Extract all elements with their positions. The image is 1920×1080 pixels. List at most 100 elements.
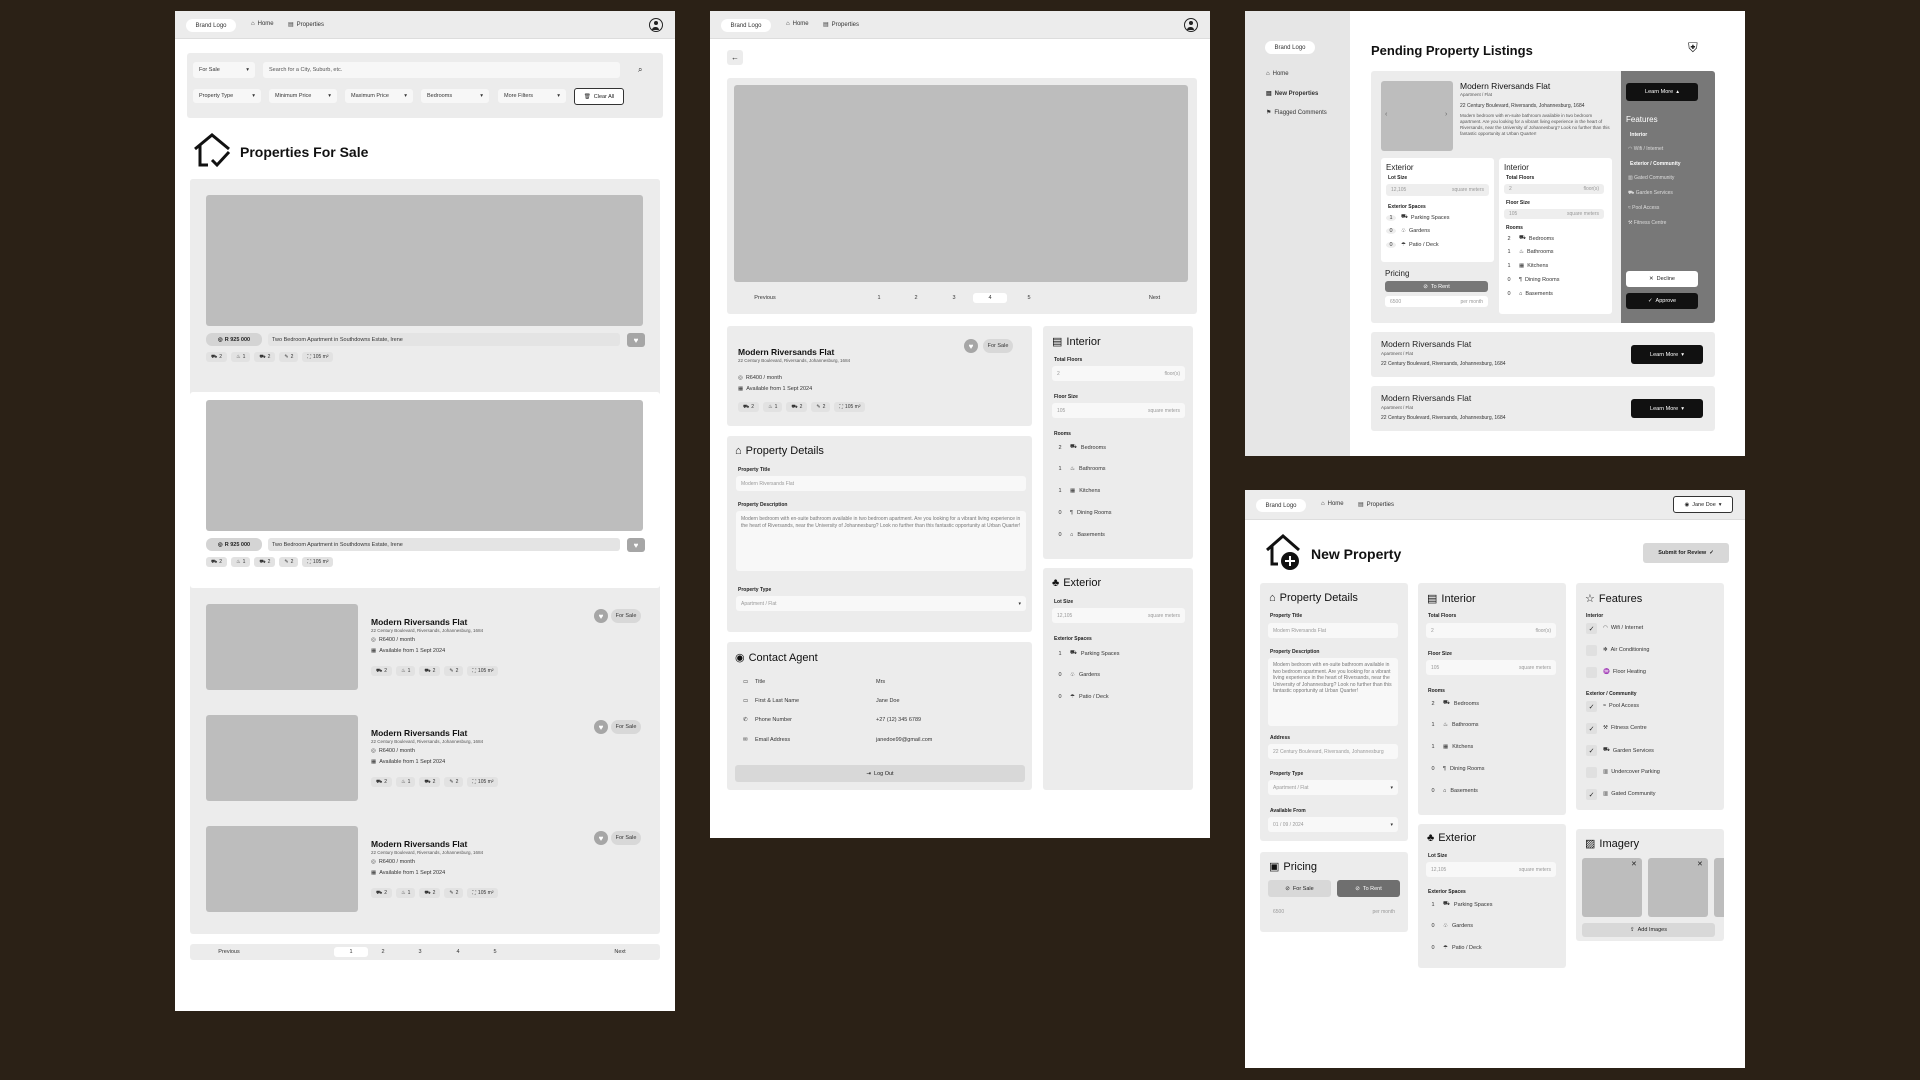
bedrooms-filter[interactable]: Bedrooms ▾ [421, 89, 489, 103]
floor-size-field[interactable]: 105 square meters [1426, 660, 1556, 675]
favorite-heart-icon[interactable]: ♥ [594, 831, 608, 845]
shield-notification-icon[interactable]: ⛨ [1688, 40, 1698, 56]
available-from-select[interactable]: 01 / 09 / 2024 ▾ [1268, 817, 1398, 832]
nav-home[interactable]: ⌂ Home [786, 21, 809, 27]
for-sale-toggle[interactable]: ⊘ For Sale [1268, 880, 1331, 897]
page-1-button[interactable]: 1 [873, 290, 885, 306]
listing-card[interactable]: Modern Riversands Flat 22 Century Boulev… [190, 708, 660, 808]
featured-card[interactable]: ◎ R 925 000 Two Bedroom Apartment in Sout… [190, 392, 660, 588]
nav-home[interactable]: ⌂ Home [251, 21, 274, 27]
car-icon: ⛟ [424, 889, 431, 896]
price-field[interactable]: 6500 per month [1268, 904, 1400, 919]
page-1-button[interactable]: 1 [334, 947, 368, 957]
brand-logo[interactable]: Brand Logo [721, 19, 771, 32]
property-description-field[interactable]: Modern bedroom with en-suite bathroom av… [1268, 658, 1398, 726]
brand-logo[interactable]: Brand Logo [186, 19, 236, 32]
next-page-button[interactable]: Next [1137, 290, 1172, 306]
page-4-button[interactable]: 4 [973, 293, 1007, 303]
add-images-button[interactable]: ⇪ Add Images [1582, 923, 1715, 937]
sidebar-item-home[interactable]: ⌂ Home [1266, 71, 1289, 77]
pending-listing-card[interactable]: Modern Riversands Flat Apartment / Flat … [1371, 386, 1715, 431]
close-icon[interactable]: ✕ [1697, 860, 1703, 868]
floor-heating-checkbox[interactable] [1586, 667, 1597, 678]
favorite-heart-icon[interactable]: ♥ [594, 720, 608, 734]
page-5-button[interactable]: 5 [1023, 290, 1035, 306]
listing-card[interactable]: Modern Riversands Flat 22 Century Boulev… [190, 597, 660, 697]
air-conditioning-checkbox[interactable] [1586, 645, 1597, 656]
total-floors-field[interactable]: 2 floor(s) [1052, 366, 1185, 381]
nav-properties[interactable]: ▤ Properties [1358, 501, 1394, 509]
user-avatar-icon[interactable] [649, 18, 663, 32]
undercover-parking-checkbox[interactable] [1586, 767, 1597, 778]
to-rent-toggle[interactable]: ⊘ To Rent [1337, 880, 1400, 897]
total-floors-field[interactable]: 2 floor(s) [1504, 184, 1604, 194]
for-sale-select[interactable]: For Sale ▾ [193, 62, 255, 78]
floor-size-field[interactable]: 105 square meters [1052, 403, 1185, 418]
garden-services-checkbox[interactable]: ✓ [1586, 745, 1597, 756]
decline-button[interactable]: ✕ Decline [1626, 271, 1698, 287]
favorite-heart-icon[interactable]: ♥ [627, 538, 645, 552]
listing-card[interactable]: Modern Riversands Flat 22 Century Boulev… [190, 819, 660, 919]
search-icon[interactable]: ⌕ [638, 65, 642, 75]
page-2-button[interactable]: 2 [377, 944, 389, 960]
gated-community-checkbox[interactable]: ✓ [1586, 789, 1597, 800]
page-5-button[interactable]: 5 [489, 944, 501, 960]
total-floors-field[interactable]: 2 floor(s) [1426, 623, 1556, 638]
clear-all-button[interactable]: 🗑 Clear All [574, 88, 624, 105]
property-details-card: ⌂ Property Details Property Title Modern … [727, 436, 1032, 632]
min-price-filter[interactable]: Minimum Price ▾ [269, 89, 337, 103]
page-4-button[interactable]: 4 [452, 944, 464, 960]
learn-more-button[interactable]: Learn More ▾ [1631, 399, 1703, 418]
feature-item: ▥ Gated Community [1628, 175, 1675, 181]
pending-listing-card[interactable]: Modern Riversands Flat Apartment / Flat … [1371, 332, 1715, 377]
page-2-button[interactable]: 2 [910, 290, 922, 306]
fitness-centre-checkbox[interactable]: ✓ [1586, 723, 1597, 734]
lot-size-field[interactable]: 12,105 square meters [1386, 184, 1489, 196]
previous-page-button[interactable]: Previous [204, 944, 254, 960]
next-page-button[interactable]: Next [600, 944, 640, 960]
learn-more-button[interactable]: Learn More ▾ [1631, 345, 1703, 364]
address-field[interactable]: 22 Century Boulevard, Riversands, Johann… [1268, 744, 1398, 759]
favorite-heart-icon[interactable]: ♥ [627, 333, 645, 347]
brand-logo[interactable]: Brand Logo [1256, 499, 1306, 512]
favorite-heart-icon[interactable]: ♥ [964, 339, 978, 353]
page-3-button[interactable]: 3 [414, 944, 426, 960]
log-out-button[interactable]: ⇥ Log Out [735, 765, 1025, 782]
page-3-button[interactable]: 3 [948, 290, 960, 306]
nav-properties[interactable]: ▤ Properties [823, 21, 859, 29]
chevron-left-icon[interactable]: ‹ [1385, 111, 1387, 118]
floor-size-field[interactable]: 105 square meters [1504, 209, 1604, 219]
price-field[interactable]: 6500 per month [1385, 296, 1488, 307]
learn-more-button[interactable]: Learn More ▴ [1626, 83, 1698, 101]
previous-page-button[interactable]: Previous [745, 290, 785, 306]
property-type-filter[interactable]: Property Type ▾ [193, 89, 261, 103]
close-icon[interactable]: ✕ [1631, 860, 1637, 868]
max-price-filter[interactable]: Maximum Price ▾ [345, 89, 413, 103]
lot-size-field[interactable]: 12,105 square meters [1426, 862, 1556, 877]
featured-card[interactable]: ◎ R 925 000 Two Bedroom Apartment in Sout… [190, 179, 660, 379]
to-rent-toggle[interactable]: ⊘ To Rent [1385, 281, 1488, 292]
property-type-select[interactable]: Apartment / Flat ▾ [1268, 780, 1398, 795]
approve-button[interactable]: ✓ Approve [1626, 293, 1698, 309]
search-input[interactable]: Search for a City, Suburb, etc. [263, 62, 620, 78]
nav-home[interactable]: ⌂ Home [1321, 501, 1344, 507]
more-filters[interactable]: More Filters ▾ [498, 89, 566, 103]
property-type-select[interactable]: Apartment / Flat ▾ [736, 596, 1026, 611]
sidebar-item-flagged-comments[interactable]: ⚑ Flagged Comments [1266, 109, 1327, 117]
user-avatar-icon[interactable] [1184, 18, 1198, 32]
property-description-field[interactable]: Modern bedroom with en-suite bathroom av… [736, 511, 1026, 571]
submit-for-review-button[interactable]: Submit for Review ✓ [1643, 543, 1729, 563]
pool-access-checkbox[interactable]: ✓ [1586, 701, 1597, 712]
nav-properties[interactable]: ▤ Properties [288, 21, 324, 29]
lot-size-field[interactable]: 12,105 square meters [1052, 608, 1185, 623]
chevron-right-icon[interactable]: › [1445, 111, 1447, 118]
back-arrow-icon[interactable]: ← [727, 50, 743, 65]
user-menu-button[interactable]: ◉ Jane Doe ▾ [1673, 496, 1733, 513]
sidebar-item-new-properties[interactable]: ▤ New Properties [1266, 90, 1318, 98]
property-title-field[interactable]: Modern Riversands Flat [736, 476, 1026, 491]
favorite-heart-icon[interactable]: ♥ [594, 609, 608, 623]
feature-group-label: Exterior / Community [1586, 691, 1637, 697]
brand-logo[interactable]: Brand Logo [1265, 41, 1315, 54]
wifi-checkbox[interactable]: ✓ [1586, 623, 1597, 634]
property-title-field[interactable]: Modern Riversands Flat [1268, 623, 1398, 638]
